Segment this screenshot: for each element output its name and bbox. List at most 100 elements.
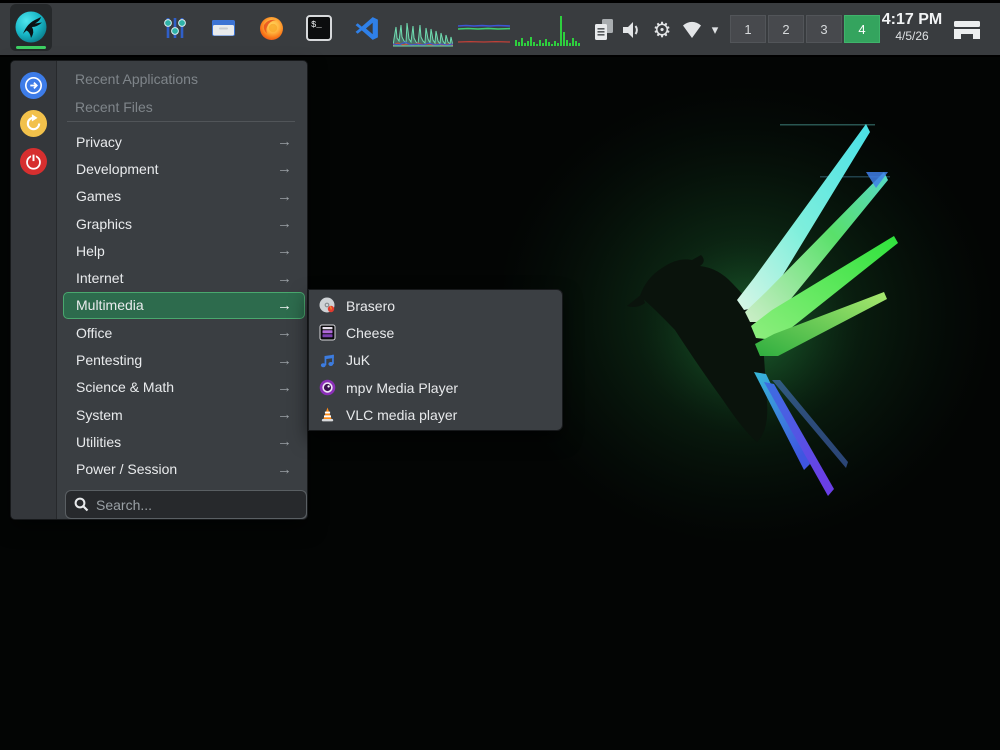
vlc-icon	[319, 406, 336, 423]
arrow-right-icon: →	[277, 160, 292, 177]
category-internet[interactable]: Internet →	[63, 264, 305, 291]
tray-expander-button[interactable]: ▾	[706, 16, 724, 44]
category-games[interactable]: Games →	[63, 183, 305, 210]
settings-sliders-button[interactable]	[160, 11, 190, 45]
category-system[interactable]: System →	[63, 401, 305, 428]
settings-sliders-icon	[162, 15, 188, 41]
category-utilities[interactable]: Utilities→	[63, 428, 305, 455]
arrow-right-icon: →	[277, 297, 292, 314]
category-power-session[interactable]: Power / Session →	[63, 456, 305, 483]
file-manager-icon	[210, 15, 237, 41]
terminal-button[interactable]: $_	[304, 11, 334, 45]
clipboard-icon	[594, 18, 615, 42]
arrow-right-icon: →	[277, 406, 292, 423]
recent-applications-item[interactable]: Recent Applications	[75, 65, 198, 93]
workspace-3[interactable]: 3	[806, 15, 842, 43]
network-graph[interactable]	[515, 12, 581, 48]
category-label: Multimedia	[76, 297, 144, 313]
category-label: Internet	[76, 270, 123, 286]
category-label: Office	[76, 325, 112, 341]
arrow-right-icon: →	[277, 242, 292, 259]
category-label: Pentesting	[76, 352, 142, 368]
arrow-right-icon: →	[277, 188, 292, 205]
category-label: Development	[76, 161, 159, 177]
app-label: Cheese	[346, 325, 394, 341]
application-menu: Recent Applications Recent Files Privacy…	[10, 60, 308, 520]
category-multimedia-active[interactable]: Multimedia →	[63, 292, 305, 319]
arrow-right-icon: →	[277, 324, 292, 341]
firefox-button[interactable]	[256, 11, 286, 45]
top-panel: $_	[0, 0, 1000, 57]
wifi-icon	[682, 21, 702, 39]
arrow-right-icon: →	[277, 352, 292, 369]
volume-icon	[621, 19, 643, 41]
category-list: Privacy → Development → Games → Graphics → H…	[63, 128, 305, 483]
settings-gear-tray-button[interactable]: ⚙	[650, 16, 674, 44]
clock-widget[interactable]: 4:17 PM 4/5/26	[880, 10, 944, 43]
multimedia-submenu: Brasero Cheese JuK mpv	[308, 289, 563, 431]
category-pentesting[interactable]: Pentesting →	[63, 346, 305, 373]
category-label: Science & Math	[76, 379, 174, 395]
logout-icon	[23, 75, 44, 96]
category-label: Power / Session	[76, 461, 177, 477]
category-label: Games	[76, 188, 121, 204]
vscode-button[interactable]	[352, 11, 382, 45]
arrow-right-icon: →	[277, 133, 292, 150]
category-science-math[interactable]: Science & Math →	[63, 374, 305, 401]
menu-separator	[67, 121, 295, 122]
app-launcher-button[interactable]	[10, 4, 52, 51]
restart-button[interactable]	[20, 110, 47, 137]
app-label: JuK	[346, 352, 370, 368]
app-item-mpv[interactable]: mpv Media Player	[309, 374, 562, 401]
category-label: Graphics	[76, 216, 132, 232]
arrow-right-icon: →	[277, 379, 292, 396]
shutdown-button[interactable]	[20, 148, 47, 175]
memory-graph[interactable]	[458, 12, 510, 48]
app-label: VLC media player	[346, 407, 457, 423]
logout-button[interactable]	[20, 72, 47, 99]
app-label: mpv Media Player	[346, 380, 458, 396]
recent-files-item[interactable]: Recent Files	[75, 93, 153, 121]
category-label: Utilities	[76, 434, 121, 450]
app-item-vlc[interactable]: VLC media player	[309, 401, 562, 428]
svg-text:$_: $_	[311, 20, 322, 30]
clipboard-tray-button[interactable]	[592, 16, 616, 44]
gear-icon: ⚙	[653, 18, 672, 43]
category-development[interactable]: Development →	[63, 155, 305, 182]
session-sidebar	[11, 61, 57, 519]
category-label: System	[76, 407, 123, 423]
terminal-icon: $_	[305, 14, 333, 42]
search-input[interactable]	[96, 497, 298, 513]
category-label: Privacy	[76, 134, 122, 150]
workspace-1[interactable]: 1	[730, 15, 766, 43]
app-item-cheese[interactable]: Cheese	[309, 319, 562, 346]
arrow-right-icon: →	[277, 461, 292, 478]
category-help[interactable]: Help →	[63, 237, 305, 264]
clock-date: 4/5/26	[880, 29, 944, 43]
show-desktop-button[interactable]	[948, 14, 986, 46]
cpu-graph[interactable]	[393, 12, 453, 48]
show-desktop-icon	[953, 19, 981, 41]
arrow-right-icon: →	[277, 215, 292, 232]
category-graphics[interactable]: Graphics →	[63, 210, 305, 237]
search-icon	[74, 497, 89, 512]
category-privacy[interactable]: Privacy →	[63, 128, 305, 155]
volume-tray-button[interactable]	[620, 16, 644, 44]
clock-time: 4:17 PM	[880, 10, 944, 29]
mpv-icon	[319, 379, 336, 396]
juk-icon	[319, 352, 336, 369]
workspace-pager: 1 2 3 4	[730, 15, 880, 43]
app-label: Brasero	[346, 298, 395, 314]
wifi-tray-button[interactable]	[680, 16, 704, 44]
app-item-juk[interactable]: JuK	[309, 347, 562, 374]
app-item-brasero[interactable]: Brasero	[309, 292, 562, 319]
search-box	[65, 490, 307, 519]
workspace-2[interactable]: 2	[768, 15, 804, 43]
system-monitors	[393, 12, 589, 48]
arrow-right-icon: →	[277, 270, 292, 287]
workspace-4-active[interactable]: 4	[844, 15, 880, 43]
category-label: Help	[76, 243, 105, 259]
athena-logo-icon	[13, 10, 49, 46]
category-office[interactable]: Office →	[63, 319, 305, 346]
file-manager-button[interactable]	[208, 11, 238, 45]
